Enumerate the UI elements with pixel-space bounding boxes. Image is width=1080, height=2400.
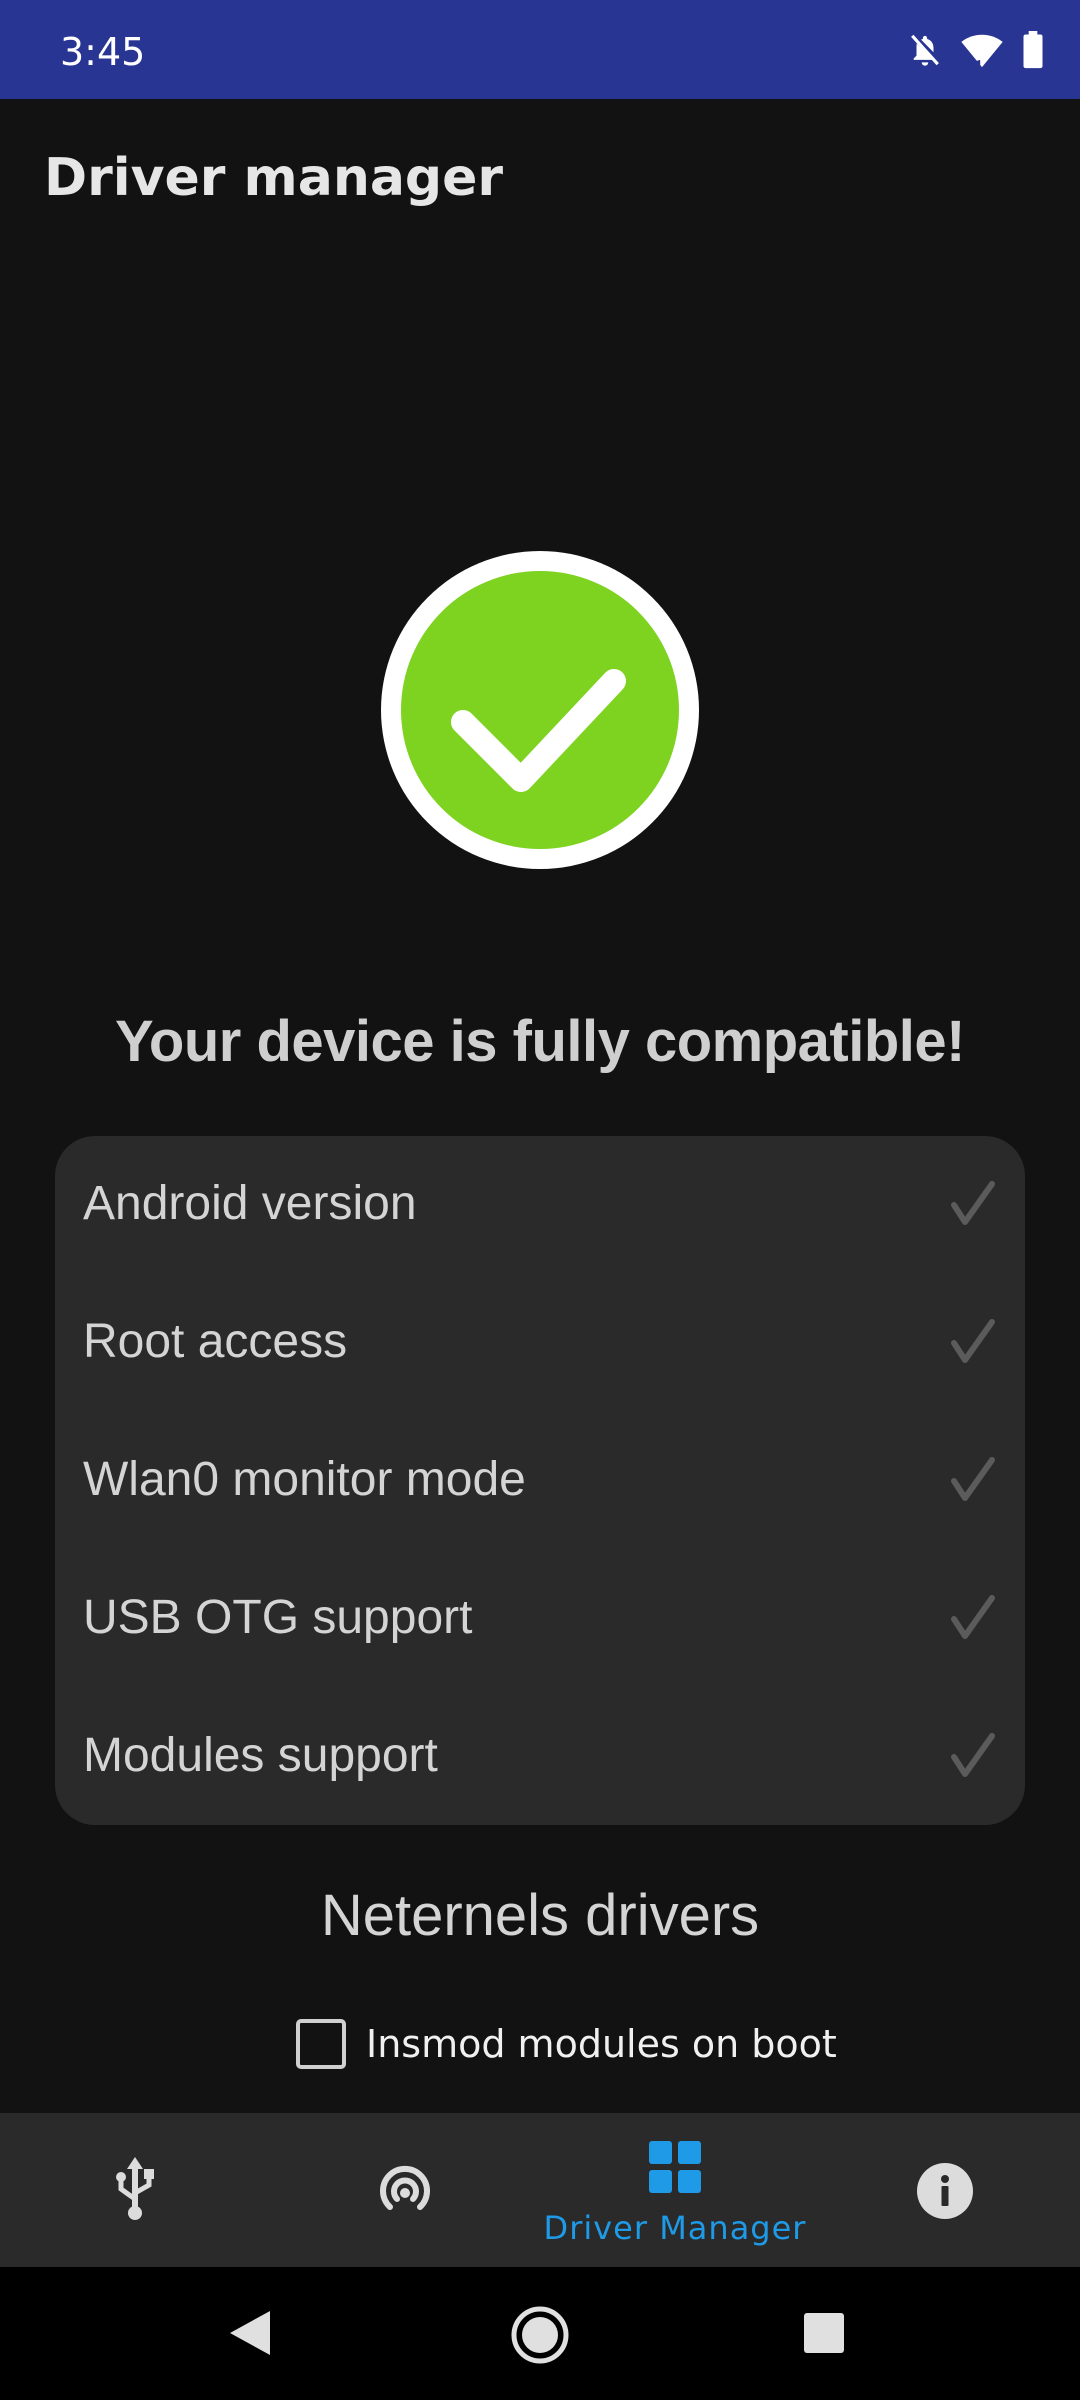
notifications-off-icon <box>911 34 939 66</box>
info-icon <box>917 2163 973 2219</box>
check-row-android-version: Android version <box>55 1136 1025 1274</box>
check-row-usb-otg-support: USB OTG support <box>55 1550 1025 1688</box>
checkmark-icon <box>951 1319 995 1363</box>
check-circle-icon <box>381 551 699 869</box>
system-navigation-bar <box>0 2267 1080 2400</box>
check-label: USB OTG support <box>83 1591 473 1644</box>
check-label: Wlan0 monitor mode <box>83 1453 526 1506</box>
insmod-on-boot-option[interactable]: Insmod modules on boot <box>296 2016 837 2072</box>
checkmark-icon <box>951 1595 995 1639</box>
nav-label-driver-manager: Driver Manager <box>543 2209 807 2247</box>
battery-icon <box>1023 31 1043 69</box>
nav-item-driver-manager[interactable]: Driver Manager <box>540 2113 810 2267</box>
checkmark-icon <box>951 1733 995 1777</box>
back-icon[interactable] <box>228 2309 272 2357</box>
status-icons <box>908 28 1044 72</box>
checkmark-icon <box>951 1457 995 1501</box>
drivers-section-title: Neternels drivers <box>320 1883 760 1948</box>
insmod-on-boot-checkbox[interactable] <box>296 2019 346 2069</box>
compatibility-message: Your device is fully compatible! <box>115 1009 965 1074</box>
check-row-modules-support: Modules support <box>55 1688 1025 1826</box>
nav-item-wireless[interactable] <box>270 2113 540 2267</box>
usb-icon <box>116 2157 154 2220</box>
home-icon[interactable] <box>510 2305 570 2365</box>
insmod-on-boot-label[interactable]: Insmod modules on boot <box>366 2022 837 2066</box>
check-label: Root access <box>83 1315 348 1368</box>
check-label: Android version <box>83 1177 417 1230</box>
check-row-root-access: Root access <box>55 1274 1025 1412</box>
grid-icon <box>649 2141 701 2193</box>
bottom-navigation: Driver Manager <box>0 2113 1080 2267</box>
compatibility-checklist: Android version Root access Wlan0 monito… <box>55 1136 1025 1825</box>
check-label: Modules support <box>83 1729 438 1782</box>
page-title: Driver manager <box>44 148 504 208</box>
status-time: 3:45 <box>60 30 146 74</box>
nav-item-info[interactable] <box>810 2113 1080 2267</box>
checkmark-icon <box>951 1181 995 1225</box>
recents-icon[interactable] <box>802 2311 846 2355</box>
check-row-wlan0-monitor-mode: Wlan0 monitor mode <box>55 1412 1025 1550</box>
wireless-signal-icon <box>380 2165 430 2210</box>
status-bar: 3:45 <box>0 0 1080 99</box>
nav-item-usb[interactable] <box>0 2113 270 2267</box>
wifi-icon <box>961 34 1003 68</box>
